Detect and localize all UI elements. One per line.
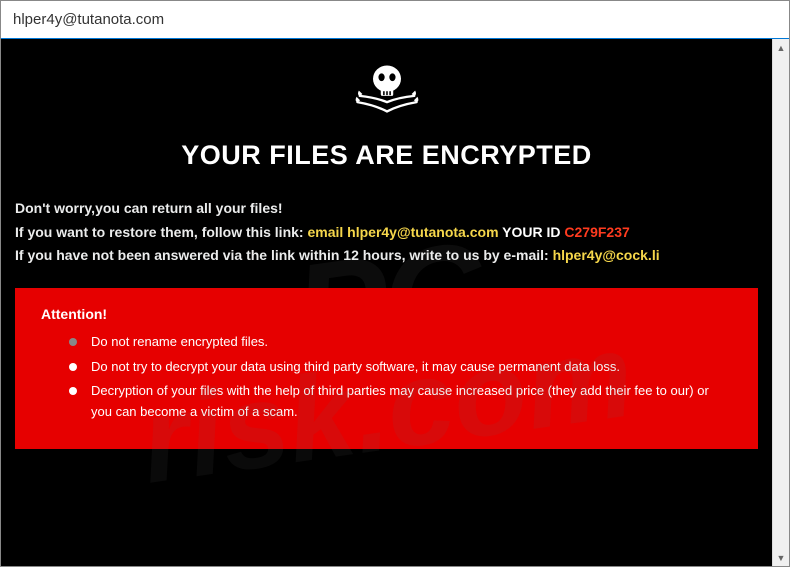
attention-list: Do not rename encrypted files. Do not tr… bbox=[41, 332, 732, 423]
ransom-window: hlper4y@tutanota.com PC risk.com bbox=[0, 0, 790, 567]
not-answered-email: hlper4y@cock.li bbox=[553, 247, 660, 263]
attention-item: Decryption of your files with the help o… bbox=[69, 381, 732, 423]
attention-box: Attention! Do not rename encrypted files… bbox=[15, 288, 758, 449]
scroll-down-arrow[interactable]: ▼ bbox=[773, 549, 789, 566]
line-restore: If you want to restore them, follow this… bbox=[15, 223, 758, 243]
restore-email: hlper4y@tutanota.com bbox=[347, 224, 498, 240]
line-not-answered: If you have not been answered via the li… bbox=[15, 246, 758, 266]
attention-title: Attention! bbox=[41, 306, 732, 322]
main-heading: YOUR FILES ARE ENCRYPTED bbox=[15, 140, 758, 171]
not-answered-prefix: If you have not been answered via the li… bbox=[15, 247, 553, 263]
window-title: hlper4y@tutanota.com bbox=[13, 11, 164, 28]
attention-item: Do not rename encrypted files. bbox=[69, 332, 732, 353]
attention-item: Do not try to decrypt your data using th… bbox=[69, 357, 732, 378]
your-id-label: YOUR ID bbox=[499, 224, 565, 240]
skull-icon bbox=[15, 57, 758, 132]
content-area: PC risk.com bbox=[1, 39, 772, 566]
scroll-track[interactable] bbox=[773, 56, 789, 549]
scroll-up-arrow[interactable]: ▲ bbox=[773, 39, 789, 56]
titlebar: hlper4y@tutanota.com bbox=[1, 1, 789, 39]
content-wrapper: PC risk.com bbox=[1, 39, 789, 566]
scrollbar[interactable]: ▲ ▼ bbox=[772, 39, 789, 566]
restore-email-label: email bbox=[307, 224, 347, 240]
restore-prefix: If you want to restore them, follow this… bbox=[15, 224, 307, 240]
line-dont-worry: Don't worry,you can return all your file… bbox=[15, 199, 758, 219]
your-id-value: C279F237 bbox=[564, 224, 629, 240]
